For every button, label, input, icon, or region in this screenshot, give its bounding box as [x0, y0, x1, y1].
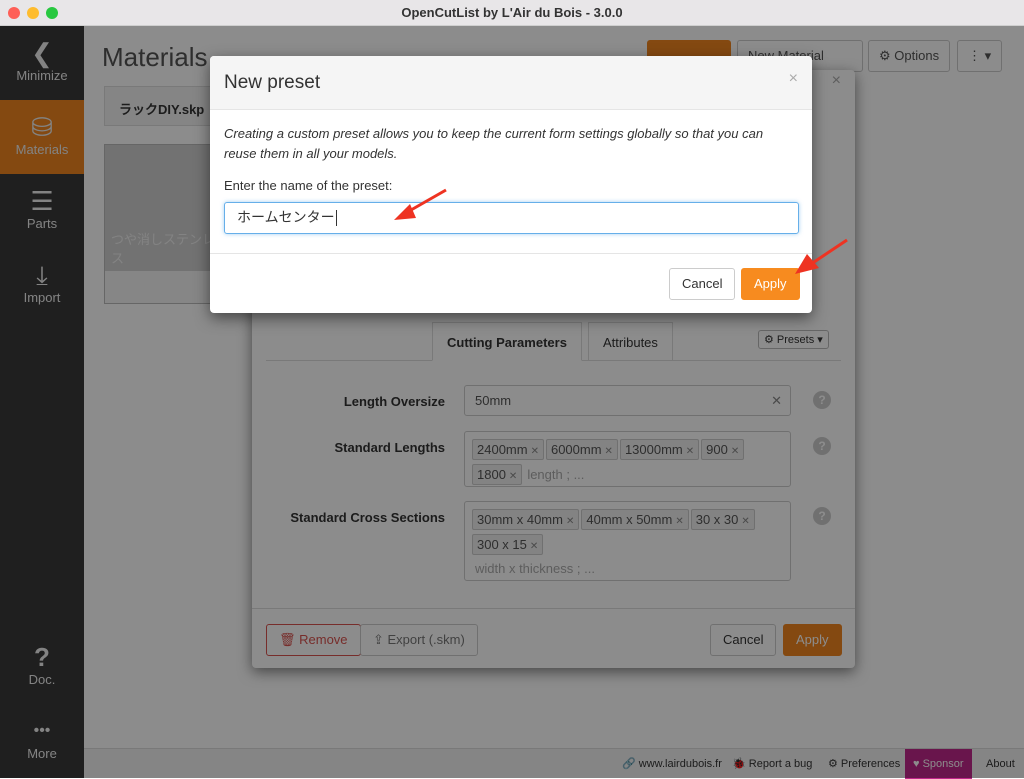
close-icon[interactable]: × [789, 70, 798, 88]
modal-title: New preset [210, 56, 812, 110]
preset-name-input[interactable]: ホームセンター [224, 202, 799, 234]
annotation-arrow-icon [394, 188, 447, 220]
modal-description: Creating a custom preset allows you to k… [224, 126, 764, 161]
window-title: OpenCutList by L'Air du Bois - 3.0.0 [401, 5, 623, 20]
close-window-button[interactable] [8, 7, 20, 19]
annotation-arrow-icon [795, 238, 848, 274]
cancel-button[interactable]: Cancel [669, 268, 736, 300]
zoom-window-button[interactable] [46, 7, 58, 19]
minimize-window-button[interactable] [27, 7, 39, 19]
window-titlebar: OpenCutList by L'Air du Bois - 3.0.0 [0, 0, 1024, 26]
preset-name-value: ホームセンター [237, 210, 335, 226]
preset-name-label: Enter the name of the preset: [224, 178, 393, 193]
new-preset-modal: New preset × Creating a custom preset al… [210, 56, 812, 313]
